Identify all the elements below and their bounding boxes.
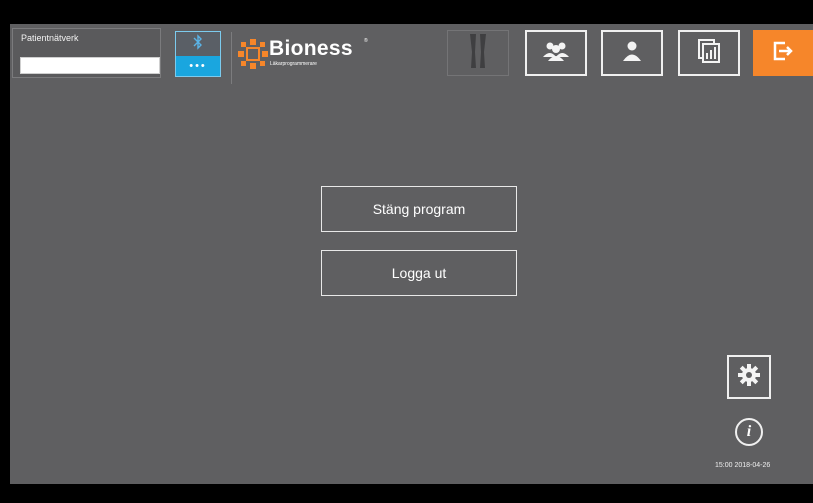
gear-icon <box>738 363 760 391</box>
bluetooth-icon-area <box>176 32 220 56</box>
report-icon <box>698 38 720 68</box>
info-icon: i <box>746 423 752 440</box>
exit-button[interactable] <box>753 30 813 76</box>
user-profile-button[interactable] <box>601 30 663 76</box>
patient-network-panel: Patientnätverk <box>12 28 161 78</box>
bioness-subtitle: Läkarprogrammerare <box>270 61 317 67</box>
legs-icon <box>463 32 493 75</box>
log-out-button[interactable]: Logga ut <box>321 250 517 296</box>
exit-icon <box>773 41 793 66</box>
close-program-button[interactable]: Stäng program <box>321 186 517 232</box>
bioness-brand-name: Bioness <box>269 37 353 60</box>
bluetooth-icon <box>193 33 203 55</box>
reports-button[interactable] <box>678 30 740 76</box>
patient-network-input[interactable] <box>20 57 160 74</box>
bluetooth-status-button[interactable]: ••• <box>175 31 221 77</box>
legs-button[interactable] <box>447 30 509 76</box>
bioness-trademark: ® <box>364 38 368 44</box>
bluetooth-status-dots: ••• <box>189 60 207 72</box>
user-icon <box>623 41 641 66</box>
app-screen: Patientnätverk ••• Bioness ® Läkarprogra… <box>10 24 813 484</box>
group-icon <box>542 40 570 67</box>
info-button[interactable]: i <box>735 418 763 446</box>
patient-network-label: Patientnätverk <box>21 33 79 43</box>
bioness-logo: Bioness ® Läkarprogrammerare <box>237 36 377 72</box>
timestamp: 15:00 2018-04-26 <box>715 462 771 469</box>
patients-group-button[interactable] <box>525 30 587 76</box>
header-divider <box>231 32 232 84</box>
settings-button[interactable] <box>727 355 771 399</box>
